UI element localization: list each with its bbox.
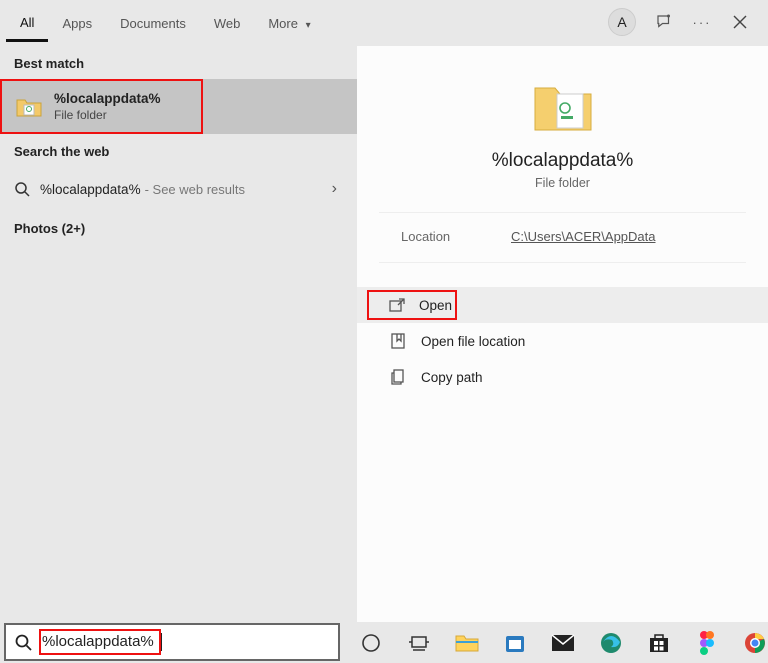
edge-icon[interactable] — [598, 630, 624, 656]
search-box[interactable]: %localappdata% — [4, 623, 340, 661]
mail-icon[interactable] — [550, 630, 576, 656]
tab-more-label: More — [268, 16, 298, 31]
best-match-header: Best match — [0, 46, 357, 79]
tab-documents[interactable]: Documents — [106, 4, 200, 41]
action-open[interactable]: Open — [367, 290, 457, 320]
preview-header: %localappdata% File folder — [379, 46, 746, 213]
best-match-item[interactable]: %localappdata% File folder — [0, 79, 203, 134]
web-result-hint: - See web results — [145, 182, 245, 197]
search-icon — [14, 181, 40, 197]
text-cursor — [161, 633, 162, 651]
ms-store-icon[interactable] — [646, 630, 672, 656]
preview-pane: %localappdata% File folder Location C:\U… — [357, 46, 768, 622]
search-icon — [14, 633, 32, 651]
location-label: Location — [401, 229, 511, 244]
action-list: Open Open file location Copy path — [357, 273, 768, 395]
tab-web[interactable]: Web — [200, 4, 255, 41]
open-location-icon — [389, 333, 407, 349]
folder-icon — [14, 96, 44, 118]
best-match-subtitle: File folder — [54, 108, 161, 122]
folder-large-icon — [531, 78, 595, 134]
taskbar: %localappdata% — [0, 622, 768, 663]
tab-apps[interactable]: Apps — [48, 4, 106, 41]
action-open-file-location[interactable]: Open file location — [367, 323, 768, 359]
best-match-title: %localappdata% — [54, 91, 161, 106]
feedback-icon[interactable] — [654, 12, 674, 32]
user-avatar[interactable]: A — [608, 8, 636, 36]
chrome-icon[interactable] — [742, 630, 768, 656]
preview-subtitle: File folder — [535, 176, 590, 190]
tab-all[interactable]: All — [6, 3, 48, 42]
web-result-query: %localappdata% — [40, 182, 141, 197]
chevron-right-icon: › — [332, 180, 343, 198]
action-open-label: Open — [419, 298, 452, 313]
action-copy-path[interactable]: Copy path — [367, 359, 768, 395]
chevron-down-icon: ▾ — [306, 20, 311, 31]
figma-icon[interactable] — [694, 630, 720, 656]
close-icon[interactable] — [730, 12, 750, 32]
search-tabs: All Apps Documents Web More ▾ — [0, 0, 325, 44]
open-icon — [389, 298, 405, 312]
store-app-icon[interactable] — [502, 630, 528, 656]
task-view-icon[interactable] — [406, 630, 432, 656]
divider — [379, 262, 746, 263]
header-controls: A ··· — [608, 0, 768, 44]
header-row: All Apps Documents Web More ▾ A ··· — [0, 0, 768, 46]
search-input-text[interactable]: %localappdata% — [40, 630, 160, 654]
photos-header[interactable]: Photos (2+) — [0, 211, 357, 246]
cortana-icon[interactable] — [358, 630, 384, 656]
location-value[interactable]: C:\Users\ACER\AppData — [511, 229, 656, 244]
search-web-header: Search the web — [0, 134, 357, 167]
main-area: Best match %localappdata% File folder Se… — [0, 46, 768, 622]
location-row: Location C:\Users\ACER\AppData — [379, 213, 746, 262]
more-options-icon[interactable]: ··· — [692, 12, 712, 32]
preview-title: %localappdata% — [492, 150, 634, 172]
taskbar-icons — [358, 630, 768, 656]
web-result-item[interactable]: %localappdata% - See web results › — [0, 167, 357, 211]
tab-more[interactable]: More ▾ — [254, 4, 324, 41]
action-open-location-label: Open file location — [421, 334, 525, 349]
action-copy-path-label: Copy path — [421, 370, 483, 385]
copy-icon — [389, 369, 407, 385]
results-pane: Best match %localappdata% File folder Se… — [0, 46, 357, 622]
file-explorer-icon[interactable] — [454, 630, 480, 656]
